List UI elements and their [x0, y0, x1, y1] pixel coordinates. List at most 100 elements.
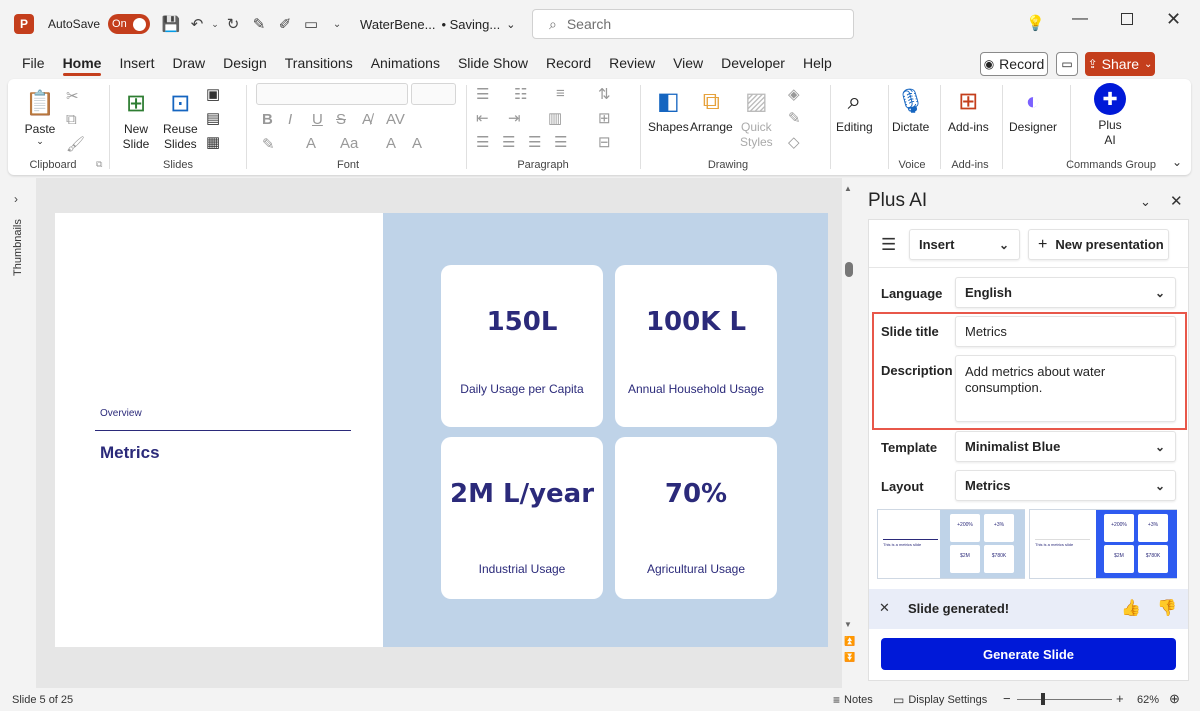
shape-outline-icon[interactable]: ✎	[788, 109, 801, 127]
reset-icon[interactable]: ▤	[206, 109, 220, 127]
quick-styles-button[interactable]: ▨ Quick Styles	[740, 85, 773, 150]
fit-to-window-icon[interactable]: ⊕	[1169, 691, 1180, 707]
share-button[interactable]: ⇪ Share ⌄	[1085, 52, 1155, 76]
save-icon[interactable]: 💾	[158, 11, 184, 37]
scroll-down-icon[interactable]: ▼	[844, 620, 852, 629]
align-left-icon[interactable]: ☰	[476, 133, 489, 151]
draw-icon[interactable]: ✐	[272, 11, 298, 37]
tab-developer[interactable]: Developer	[712, 48, 794, 78]
layout-select[interactable]: Metrics ⌄	[955, 470, 1176, 501]
shape-effects-icon[interactable]: ◇	[788, 133, 800, 151]
thumbs-up-icon[interactable]: 👍	[1121, 598, 1141, 618]
strikethrough-icon[interactable]: S	[336, 111, 346, 128]
tab-review[interactable]: Review	[600, 48, 664, 78]
grow-font-icon[interactable]: A	[386, 135, 396, 152]
panel-collapse-chevron-icon[interactable]: ⌄	[1140, 194, 1151, 210]
editing-button[interactable]: ⌕ Editing	[836, 85, 873, 135]
change-case-icon[interactable]: Aa	[340, 135, 358, 152]
record-button[interactable]: ◉ Record	[980, 52, 1048, 76]
spacing-icon[interactable]: AV	[386, 111, 405, 128]
zoom-slider[interactable]	[1017, 699, 1112, 700]
next-slide-icon[interactable]: ⏬	[844, 652, 855, 663]
maximize-icon[interactable]	[1121, 13, 1133, 25]
layout-thumbnail-1[interactable]: This is a metrics slide +200% +3% $2M $7…	[877, 509, 1025, 579]
scroll-thumb[interactable]	[845, 262, 853, 277]
zoom-in-icon[interactable]: +	[1116, 691, 1124, 706]
layout-icon[interactable]: ▣	[206, 85, 220, 103]
clipboard-launcher-icon[interactable]: ⧉	[96, 159, 102, 170]
font-size-select[interactable]	[411, 83, 456, 105]
designer-button[interactable]: ◐ Designer	[1009, 85, 1057, 135]
zoom-level[interactable]: 62%	[1137, 694, 1159, 706]
minimize-icon[interactable]: —	[1072, 10, 1088, 28]
previous-slide-icon[interactable]: ⏫	[844, 636, 855, 647]
highlight-icon[interactable]: ✎	[262, 135, 275, 153]
underline-icon[interactable]: U	[312, 111, 323, 128]
lightbulb-icon[interactable]: 💡	[1026, 14, 1045, 32]
align-center-icon[interactable]: ☰	[502, 133, 515, 151]
numbering-icon[interactable]: ☷	[514, 85, 527, 103]
smartart-icon[interactable]: ⊟	[598, 133, 611, 151]
justify-icon[interactable]: ☰	[554, 133, 567, 151]
italic-icon[interactable]: I	[288, 111, 292, 128]
copy-icon[interactable]: ⧉	[66, 111, 77, 128]
customize-toolbar-icon[interactable]: ⌄	[324, 11, 350, 37]
columns-icon[interactable]: ▥	[548, 109, 562, 127]
line-spacing-icon[interactable]: ≡	[556, 85, 565, 102]
generate-slide-button[interactable]: Generate Slide	[881, 638, 1176, 670]
reuse-slides-button[interactable]: ⊡ Reuse Slides	[163, 87, 198, 152]
shapes-button[interactable]: ◧ Shapes	[648, 85, 689, 135]
notes-button[interactable]: ≡ Notes	[833, 693, 873, 707]
language-select[interactable]: English ⌄	[955, 277, 1176, 308]
addins-button[interactable]: ⊞ Add-ins	[948, 85, 989, 135]
tab-view[interactable]: View	[664, 48, 712, 78]
zoom-out-icon[interactable]: −	[1003, 691, 1011, 706]
tab-slide-show[interactable]: Slide Show	[449, 48, 537, 78]
slide-title-input[interactable]: Metrics	[955, 316, 1176, 347]
undo-dropdown-icon[interactable]: ⌄	[210, 11, 220, 37]
font-family-select[interactable]	[256, 83, 408, 105]
display-settings-button[interactable]: ▭ Display Settings	[893, 693, 987, 707]
tab-home[interactable]: Home	[54, 48, 111, 78]
panel-close-icon[interactable]: ✕	[1170, 192, 1183, 210]
tab-animations[interactable]: Animations	[362, 48, 449, 78]
format-painter-icon[interactable]: ✎	[246, 11, 272, 37]
dismiss-banner-icon[interactable]: ✕	[879, 600, 890, 616]
dictate-button[interactable]: 🎙 Dictate	[892, 85, 929, 135]
vertical-scrollbar[interactable]: ▲ ▼ ⏫ ⏬	[842, 178, 856, 688]
tab-design[interactable]: Design	[214, 48, 276, 78]
font-color-icon[interactable]: A	[306, 135, 316, 152]
new-slide-button[interactable]: ⊞ New Slide	[120, 87, 152, 152]
format-painter-icon[interactable]: 🖌	[66, 135, 85, 153]
tab-file[interactable]: File	[13, 48, 54, 78]
thumbs-down-icon[interactable]: 👎	[1157, 598, 1177, 618]
clear-format-icon[interactable]: A̸	[362, 111, 372, 128]
decrease-indent-icon[interactable]: ⇤	[476, 109, 489, 127]
scroll-up-icon[interactable]: ▲	[844, 184, 852, 193]
close-icon[interactable]: ✕	[1166, 9, 1181, 30]
align-text-icon[interactable]: ⊞	[598, 109, 611, 127]
hamburger-menu-icon[interactable]: ☰	[881, 235, 896, 255]
bold-icon[interactable]: B	[262, 111, 273, 128]
template-select[interactable]: Minimalist Blue ⌄	[955, 431, 1176, 462]
new-presentation-button[interactable]: + New presentation	[1028, 229, 1169, 260]
cut-icon[interactable]: ✂	[66, 87, 79, 105]
expand-thumbnails-icon[interactable]: ›	[14, 192, 18, 206]
tab-draw[interactable]: Draw	[163, 48, 214, 78]
align-right-icon[interactable]: ☰	[528, 133, 541, 151]
tab-help[interactable]: Help	[794, 48, 841, 78]
thumbnails-strip[interactable]: › Thumbnails	[0, 178, 36, 688]
redo-icon[interactable]: ↻	[220, 11, 246, 37]
autosave-toggle[interactable]: On	[108, 14, 151, 34]
description-textarea[interactable]: Add metrics about water consumption.	[955, 355, 1176, 422]
paste-button[interactable]: 📋 Paste ⌄	[24, 87, 56, 146]
zoom-slider-thumb[interactable]	[1041, 693, 1045, 705]
increase-indent-icon[interactable]: ⇥	[508, 109, 521, 127]
search-input[interactable]: ⌕ Search	[532, 9, 854, 39]
text-direction-icon[interactable]: ⇅	[598, 85, 611, 103]
shrink-font-icon[interactable]: A	[412, 135, 422, 152]
shape-fill-icon[interactable]: ◈	[788, 85, 800, 103]
slide[interactable]: Overview Metrics 150L Daily Usage per Ca…	[55, 213, 828, 647]
layout-thumbnail-2[interactable]: This is a metrics slide +200% +3% $2M $7…	[1029, 509, 1177, 579]
undo-icon[interactable]: ↶	[184, 11, 210, 37]
